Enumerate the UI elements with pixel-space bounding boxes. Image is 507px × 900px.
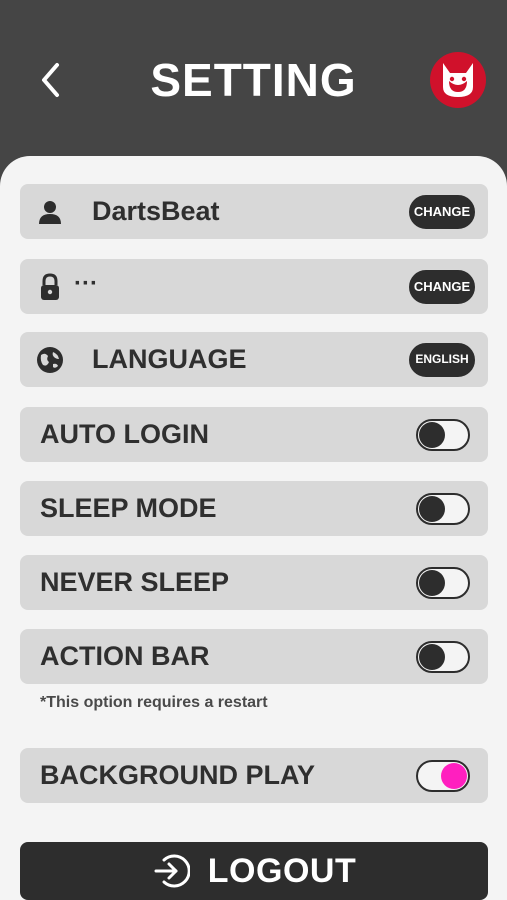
action-bar-toggle[interactable] — [416, 641, 470, 673]
change-password-button[interactable]: CHANGE — [408, 269, 476, 305]
action-bar-row: ACTION BAR — [20, 629, 488, 684]
auto-login-toggle[interactable] — [416, 419, 470, 451]
background-play-label: BACKGROUND PLAY — [40, 760, 316, 790]
password-masked-text: ··· — [74, 270, 98, 297]
change-username-button[interactable]: CHANGE — [408, 194, 476, 230]
background-play-row: BACKGROUND PLAY — [20, 748, 488, 803]
toggle-knob — [419, 570, 445, 596]
header-bar: SETTING — [0, 0, 507, 160]
toggle-knob — [441, 763, 467, 789]
toggle-knob — [419, 644, 445, 670]
never-sleep-label: NEVER SLEEP — [40, 567, 230, 597]
language-row: LANGUAGE ENGLISH — [20, 332, 488, 387]
toggle-knob — [419, 496, 445, 522]
toggle-knob — [419, 422, 445, 448]
language-select-button[interactable]: ENGLISH — [408, 342, 476, 378]
background-play-toggle[interactable] — [416, 760, 470, 792]
sleep-mode-toggle[interactable] — [416, 493, 470, 525]
logout-button[interactable]: LOGOUT — [20, 842, 488, 900]
username-text: DartsBeat — [92, 196, 220, 226]
never-sleep-row: NEVER SLEEP — [20, 555, 488, 610]
sleep-mode-row: SLEEP MODE — [20, 481, 488, 536]
globe-icon — [36, 346, 64, 374]
password-row: ··· CHANGE — [20, 259, 488, 314]
logout-arrow-icon — [154, 854, 190, 888]
lock-icon — [36, 273, 64, 301]
action-bar-label: ACTION BAR — [40, 641, 210, 671]
auto-login-row: AUTO LOGIN — [20, 407, 488, 462]
sleep-mode-label: SLEEP MODE — [40, 493, 217, 523]
logout-label: LOGOUT — [207, 851, 357, 890]
user-icon — [36, 198, 64, 226]
username-row: DartsBeat CHANGE — [20, 184, 488, 239]
restart-note: *This option requires a restart — [40, 694, 268, 711]
settings-screen: SETTING DartsBeat CHANGE ··· CHANGE LANG… — [0, 0, 507, 900]
language-label: LANGUAGE — [92, 344, 247, 374]
auto-login-label: AUTO LOGIN — [40, 419, 210, 449]
never-sleep-toggle[interactable] — [416, 567, 470, 599]
devil-mascot-logo-icon — [443, 63, 473, 97]
profile-logo-button[interactable] — [430, 52, 486, 108]
